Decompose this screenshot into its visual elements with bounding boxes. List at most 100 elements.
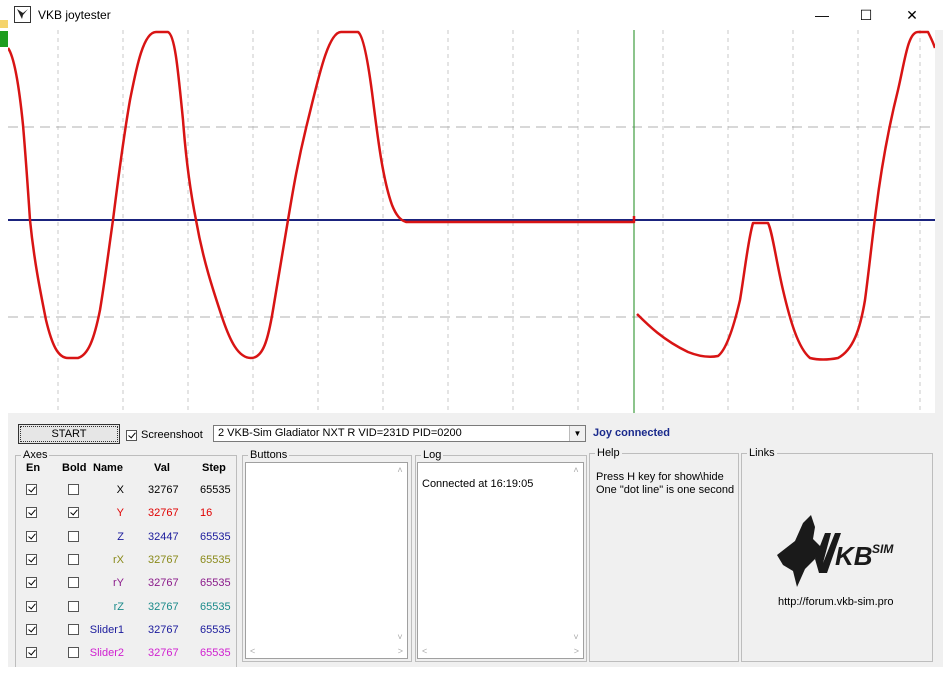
connection-status: Joy connected bbox=[593, 427, 671, 439]
maximize-icon: ☐ bbox=[859, 6, 873, 23]
axis-name: Z bbox=[117, 530, 124, 543]
axis-enable-checkbox[interactable] bbox=[26, 507, 37, 519]
axis-name: Slider2 bbox=[89, 647, 124, 660]
scroll-up-icon[interactable]: ˄ bbox=[573, 465, 578, 475]
scroll-down-icon[interactable]: ˅ bbox=[397, 632, 402, 642]
axis-value: 32767 bbox=[148, 600, 179, 613]
chevron-down-icon[interactable]: ▼ bbox=[569, 426, 585, 441]
axis-enable-checkbox[interactable] bbox=[26, 623, 37, 635]
close-icon: ✕ bbox=[906, 6, 918, 23]
svg-text:SIM: SIM bbox=[872, 542, 894, 556]
help-line-2: One "dot line" is one second bbox=[596, 484, 735, 496]
axis-step: 65535 bbox=[200, 553, 231, 566]
help-line-1: Press H key for show\hide bbox=[596, 471, 724, 483]
screenshoot-toggle[interactable]: Screenshoot bbox=[126, 429, 203, 441]
axis-bold-checkbox[interactable] bbox=[68, 553, 79, 565]
axis-name: rX bbox=[113, 553, 124, 566]
title-bar[interactable]: VKB joytester — ☐ ✕ bbox=[0, 0, 943, 30]
log-list[interactable]: Connected at 16:19:05 ˄ ˅ < > bbox=[417, 462, 584, 659]
axis-bold-checkbox[interactable] bbox=[68, 577, 79, 589]
axis-plot bbox=[8, 30, 935, 413]
axis-row-rz: rZ 32767 65535 bbox=[20, 597, 235, 617]
axis-enable-checkbox[interactable] bbox=[26, 647, 37, 659]
axis-row-ry: rY 32767 65535 bbox=[20, 573, 235, 593]
vkb-sim-logo[interactable]: KB SIM bbox=[775, 513, 900, 588]
axis-step: 65535 bbox=[200, 647, 231, 660]
buttons-vscroll[interactable]: ˄ ˅ bbox=[393, 463, 407, 644]
app-icon bbox=[14, 6, 31, 23]
axis-plot-canvas bbox=[8, 30, 935, 413]
log-line: Connected at 16:19:05 bbox=[422, 478, 534, 490]
axis-bold-checkbox[interactable] bbox=[68, 484, 79, 495]
axis-enable-checkbox[interactable] bbox=[26, 600, 37, 612]
minimize-icon: — bbox=[815, 7, 829, 23]
axis-row-slider1: Slider1 32767 65535 bbox=[20, 620, 235, 640]
axis-step: 65535 bbox=[200, 623, 231, 636]
scroll-right-icon[interactable]: > bbox=[398, 646, 403, 656]
buttons-list[interactable]: ˄ ˅ < > bbox=[245, 462, 408, 659]
help-text: Press H key for show\hide One "dot line"… bbox=[596, 471, 734, 497]
axis-row-x: X 32767 65535 bbox=[20, 480, 235, 500]
axis-enable-checkbox[interactable] bbox=[26, 530, 37, 542]
log-hscroll[interactable]: < > bbox=[418, 644, 583, 658]
axis-enable-checkbox[interactable] bbox=[26, 553, 37, 565]
window-frame-right bbox=[935, 30, 943, 667]
axis-enable-checkbox[interactable] bbox=[26, 484, 37, 495]
scroll-right-icon[interactable]: > bbox=[574, 646, 579, 656]
axis-bold-checkbox[interactable] bbox=[68, 623, 79, 635]
axis-step: 65535 bbox=[200, 600, 231, 613]
axis-value: 32767 bbox=[148, 647, 179, 660]
start-button[interactable]: START bbox=[18, 424, 120, 444]
axis-step: 65535 bbox=[200, 577, 231, 590]
axis-step: 65535 bbox=[200, 530, 231, 543]
scroll-down-icon[interactable]: ˅ bbox=[573, 632, 578, 642]
log-legend: Log bbox=[421, 449, 444, 461]
axis-bold-checkbox[interactable] bbox=[68, 647, 79, 659]
window-title: VKB joytester bbox=[38, 8, 111, 22]
background-window-edge bbox=[0, 20, 8, 50]
axis-row-slider2: Slider2 32767 65535 bbox=[20, 643, 235, 663]
axis-name: X bbox=[116, 484, 124, 496]
axis-step: 16 bbox=[200, 507, 213, 520]
start-label: START bbox=[20, 426, 118, 442]
axis-bold-checkbox[interactable] bbox=[68, 600, 79, 612]
scroll-left-icon[interactable]: < bbox=[250, 646, 255, 656]
buttons-legend: Buttons bbox=[248, 449, 290, 461]
minimize-button[interactable]: — bbox=[799, 0, 845, 30]
axis-bold-checkbox[interactable] bbox=[68, 507, 79, 519]
forum-link[interactable]: http://forum.vkb-sim.pro bbox=[778, 596, 894, 608]
axis-row-z: Z 32447 65535 bbox=[20, 527, 235, 547]
log-vscroll[interactable]: ˄ ˅ bbox=[569, 463, 583, 644]
buttons-hscroll[interactable]: < > bbox=[246, 644, 407, 658]
axis-step: 65535 bbox=[200, 484, 231, 496]
axes-header-val: Val bbox=[154, 462, 170, 474]
close-button[interactable]: ✕ bbox=[889, 0, 935, 30]
axis-bold-checkbox[interactable] bbox=[68, 530, 79, 542]
axes-header-step: Step bbox=[202, 462, 226, 474]
svg-text:KB: KB bbox=[835, 541, 873, 571]
help-legend: Help bbox=[595, 447, 622, 459]
axes-legend: Axes bbox=[21, 449, 50, 461]
axis-value: 32767 bbox=[148, 484, 179, 496]
links-legend: Links bbox=[747, 447, 777, 459]
maximize-button[interactable]: ☐ bbox=[843, 0, 889, 30]
axis-value: 32767 bbox=[148, 623, 179, 636]
axis-name: Slider1 bbox=[89, 623, 124, 636]
axes-header-name: Name bbox=[93, 462, 123, 474]
axis-value: 32767 bbox=[148, 553, 179, 566]
axis-value: 32767 bbox=[148, 577, 179, 590]
device-select[interactable]: 2 VKB-Sim Gladiator NXT R VID=231D PID=0… bbox=[213, 425, 586, 442]
axes-header-en: En bbox=[26, 462, 41, 474]
axis-name: Y bbox=[116, 507, 124, 520]
axis-name: rZ bbox=[113, 600, 124, 613]
scroll-up-icon[interactable]: ˄ bbox=[397, 465, 402, 475]
axis-value: 32767 bbox=[148, 507, 179, 520]
axis-enable-checkbox[interactable] bbox=[26, 577, 37, 589]
screenshoot-checkbox[interactable] bbox=[126, 429, 137, 441]
device-select-value: 2 VKB-Sim Gladiator NXT R VID=231D PID=0… bbox=[218, 427, 462, 439]
scroll-left-icon[interactable]: < bbox=[422, 646, 427, 656]
axes-header-bold: Bold bbox=[62, 462, 87, 474]
window-frame-bottom bbox=[0, 667, 943, 685]
axis-value: 32447 bbox=[148, 530, 179, 543]
screenshoot-label: Screenshoot bbox=[141, 429, 203, 441]
